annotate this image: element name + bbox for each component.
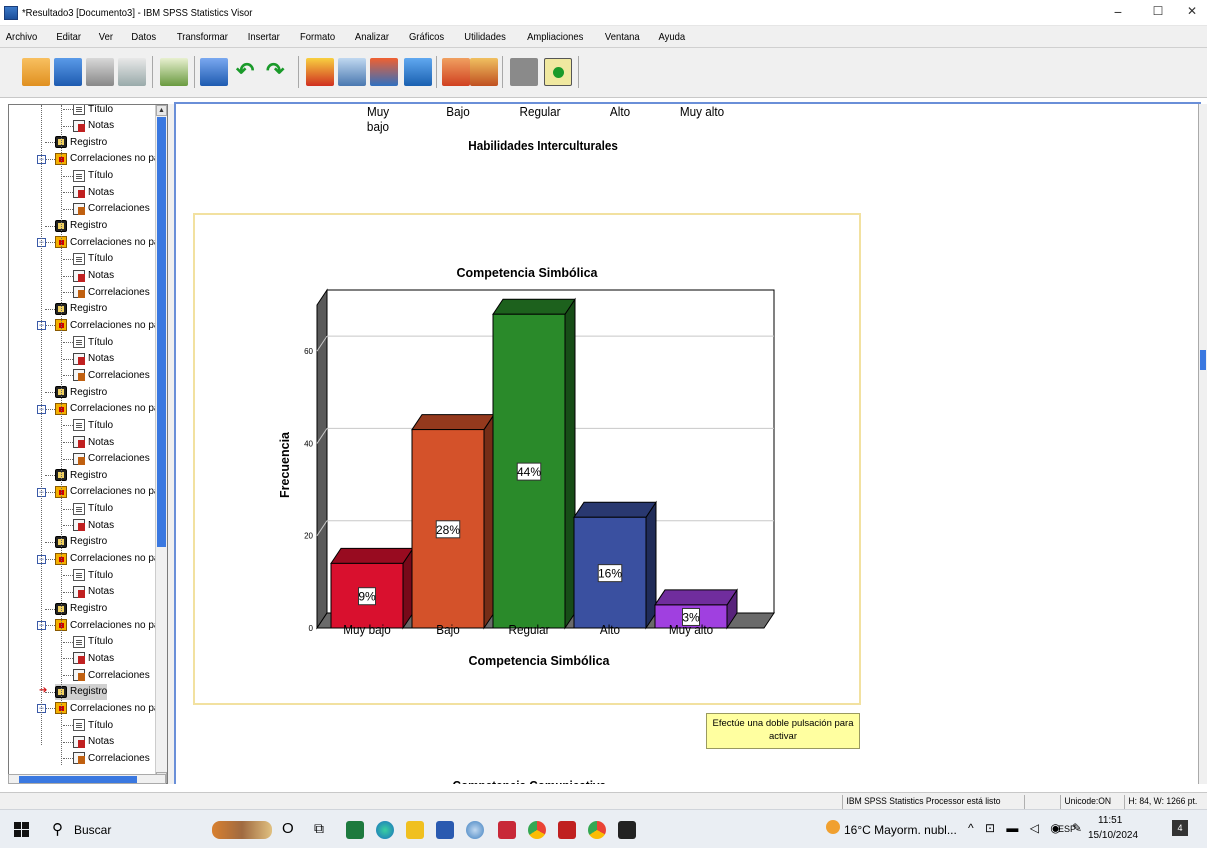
x-category-label: Muy alto (669, 622, 713, 637)
activate-tooltip: Efectúe una doble pulsación para activar (706, 713, 860, 749)
weather-text[interactable]: 16°C Mayorm. nubl... (844, 823, 957, 837)
weather-icon[interactable] (826, 820, 840, 834)
unicode-status: Unicode:ON (1060, 795, 1111, 809)
x-axis-label: Competencia Simbólica (468, 654, 610, 668)
processor-status: IBM SPSS Statistics Processor está listo (842, 795, 1000, 809)
y-tick-label: 60 (304, 347, 313, 356)
acrobat-icon[interactable] (558, 821, 576, 839)
viewer-vertical-scrollbar[interactable] (1198, 104, 1207, 784)
percent-label: 9% (358, 590, 376, 604)
photos-icon[interactable] (618, 821, 636, 839)
percent-label: 16% (598, 567, 622, 581)
bar-chart: 0 20 40 60 9% Muy bajo 28% Bajo 44% Regular 16% Alt… (278, 266, 775, 668)
status-bar: IBM SPSS Statistics Processor está listo… (0, 792, 1207, 809)
chrome-icon[interactable] (528, 821, 546, 839)
y-tick-label: 40 (304, 439, 313, 448)
squirrel-widget-icon[interactable] (212, 821, 272, 839)
red-app-icon[interactable] (498, 821, 516, 839)
dimensions-status: H: 84, W: 1266 pt. (1124, 795, 1197, 809)
chart-left-wall (316, 288, 328, 630)
clock-time[interactable]: 11:51 (1098, 815, 1122, 826)
language-indicator[interactable]: ESP (1058, 824, 1076, 834)
clock-date[interactable]: 15/10/2024 (1088, 830, 1138, 841)
file-explorer-icon[interactable] (406, 821, 424, 839)
excel-icon[interactable] (346, 821, 364, 839)
circle-icon[interactable]: O (282, 820, 294, 837)
bar-top (411, 414, 495, 431)
y-tick-label: 0 (309, 624, 314, 633)
next-chart-heading: Competencia Comunicativa (453, 778, 606, 784)
x-category-label: Muy bajo (343, 622, 391, 637)
x-category-label: Alto (600, 622, 620, 637)
chart-title: Competencia Simbólica (456, 266, 598, 280)
percent-label: 44% (517, 465, 541, 479)
bar-top (654, 589, 738, 606)
taskbar-search[interactable]: Buscar (74, 823, 111, 837)
bar-top (330, 547, 414, 564)
task-view-icon[interactable]: ⧉ (314, 820, 324, 837)
windows-start-icon[interactable] (14, 822, 30, 838)
search-icon[interactable]: ⚲ (52, 820, 63, 838)
bar-top (573, 501, 657, 518)
x-category-label: Regular (509, 622, 550, 637)
word-icon[interactable] (436, 821, 454, 839)
windows-taskbar: ⚲ Buscar O ⧉ 16°C Mayorm. nubl... ^ ⊡ ▬ … (0, 809, 1207, 848)
y-axis-label: Frecuencia (278, 431, 292, 498)
globe-app-icon[interactable] (466, 821, 484, 839)
y-tick-label: 20 (304, 532, 313, 541)
chrome-profile-icon[interactable] (588, 821, 606, 839)
edge-icon[interactable] (376, 821, 394, 839)
notification-icon[interactable]: 4 (1172, 820, 1188, 836)
percent-label: 28% (436, 523, 460, 537)
bar-top (492, 298, 576, 315)
x-category-label: Bajo (436, 622, 460, 637)
